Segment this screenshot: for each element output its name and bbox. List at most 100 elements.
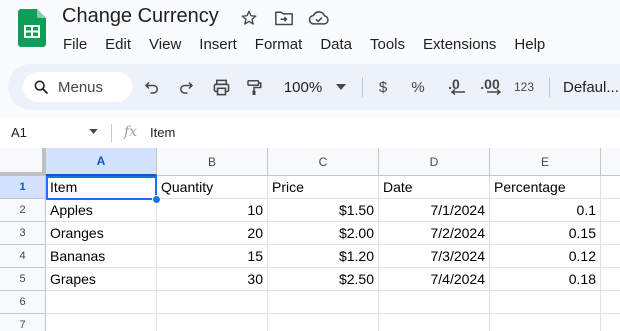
search-menus-button[interactable]: Menus [23,72,132,102]
menu-bar: File Edit View Insert Format Data Tools … [54,33,554,57]
decrease-decimal-label: .0 [448,76,460,92]
zoom-value[interactable]: 100% [281,76,325,98]
fx-icon: fx [124,124,138,140]
row-header-5[interactable]: 5 [0,268,46,291]
column-header-b[interactable]: B [157,148,268,176]
cell-c7[interactable] [268,314,379,331]
cell-f1[interactable] [601,176,620,199]
menu-edit[interactable]: Edit [96,33,140,57]
cell-b1[interactable]: Quantity [157,176,268,199]
cell-a4[interactable]: Bananas [46,245,157,268]
cell-d1[interactable]: Date [379,176,490,199]
search-menus-label: Menus [58,78,104,96]
cell-d7[interactable] [379,314,490,331]
row-header-1[interactable]: 1 [0,176,46,199]
cell-b6[interactable] [157,291,268,314]
arrow-right-icon [487,89,501,95]
spreadsheet-grid: A B C D E 1 Item Quantity Price Date Percentage 2 Ap… [0,148,620,331]
format-percent-button[interactable]: % [409,76,427,98]
print-icon[interactable] [209,76,233,98]
menu-data[interactable]: Data [311,33,361,57]
cell-c2[interactable]: $1.50 [268,199,379,222]
increase-decimal-label: .00 [480,76,500,92]
move-folder-icon[interactable] [273,7,295,29]
cell-c6[interactable] [268,291,379,314]
cell-c4[interactable]: $1.20 [268,245,379,268]
cell-a3[interactable]: Oranges [46,222,157,245]
column-header-d[interactable]: D [379,148,490,176]
cell-c3[interactable]: $2.00 [268,222,379,245]
fill-handle[interactable] [152,195,161,204]
name-box-dropdown-icon[interactable] [89,129,98,134]
row-header-2[interactable]: 2 [0,199,46,222]
row-header-4[interactable]: 4 [0,245,46,268]
cell-d3[interactable]: 7/2/2024 [379,222,490,245]
row-header-6[interactable]: 6 [0,291,46,314]
menu-insert[interactable]: Insert [190,33,246,57]
formula-bar: A1 fx Item [0,118,620,148]
cell-e3[interactable]: 0.15 [490,222,601,245]
cell-b2[interactable]: 10 [157,199,268,222]
column-header[interactable] [601,148,620,176]
formula-input[interactable]: Item [150,125,175,140]
menu-format[interactable]: Format [246,33,312,57]
decrease-decimal-button[interactable]: .0 [441,76,467,98]
row-header-3[interactable]: 3 [0,222,46,245]
name-box[interactable]: A1 [11,125,27,140]
column-header-c[interactable]: C [268,148,379,176]
column-header-a[interactable]: A [46,148,157,176]
toolbar-divider [362,77,363,97]
cell-e6[interactable] [490,291,601,314]
font-family-select[interactable]: Defaul... [563,76,620,98]
menu-extensions[interactable]: Extensions [414,33,505,57]
cell-a5[interactable]: Grapes [46,268,157,291]
cell-f2[interactable] [601,199,620,222]
select-all-corner[interactable] [0,148,46,176]
cell-d4[interactable]: 7/3/2024 [379,245,490,268]
cell-d5[interactable]: 7/4/2024 [379,268,490,291]
undo-icon[interactable] [141,76,163,98]
zoom-dropdown-icon[interactable] [333,76,349,98]
redo-icon[interactable] [175,76,197,98]
cell-e7[interactable] [490,314,601,331]
cell-f6[interactable] [601,291,620,314]
toolbar: Menus 100% $ % .0 .00 123 Defaul... [8,64,620,110]
cell-f7[interactable] [601,314,620,331]
cell-e1[interactable]: Percentage [490,176,601,199]
cell-e5[interactable]: 0.18 [490,268,601,291]
toolbar-divider [549,77,550,97]
menu-file[interactable]: File [54,33,96,57]
increase-decimal-button[interactable]: .00 [476,76,504,98]
menu-view[interactable]: View [140,33,190,57]
cell-a2[interactable]: Apples [46,199,157,222]
sheets-logo-icon[interactable] [18,9,46,47]
cell-e2[interactable]: 0.1 [490,199,601,222]
cell-b5[interactable]: 30 [157,268,268,291]
menu-help[interactable]: Help [505,33,554,57]
row-header-7[interactable]: 7 [0,314,46,331]
cell-a7[interactable] [46,314,157,331]
menu-tools[interactable]: Tools [361,33,414,57]
cell-a1[interactable]: Item [46,176,157,199]
sheets-window: Change Currency File Edit View Insert Fo… [0,0,620,331]
cell-c1[interactable]: Price [268,176,379,199]
star-icon[interactable] [238,7,260,29]
cell-f5[interactable] [601,268,620,291]
cell-b3[interactable]: 20 [157,222,268,245]
document-title[interactable]: Change Currency [62,5,219,28]
cell-c5[interactable]: $2.50 [268,268,379,291]
cell-d2[interactable]: 7/1/2024 [379,199,490,222]
paint-format-icon[interactable] [243,76,265,98]
cell-f4[interactable] [601,245,620,268]
cell-a6[interactable] [46,291,157,314]
cell-f3[interactable] [601,222,620,245]
cell-b4[interactable]: 15 [157,245,268,268]
cell-e4[interactable]: 0.12 [490,245,601,268]
cell-b7[interactable] [157,314,268,331]
cloud-saved-icon[interactable] [308,7,330,29]
column-header-e[interactable]: E [490,148,601,176]
cell-d6[interactable] [379,291,490,314]
arrow-left-icon [451,89,465,95]
format-currency-button[interactable]: $ [375,76,391,98]
more-formats-button[interactable]: 123 [511,76,537,98]
